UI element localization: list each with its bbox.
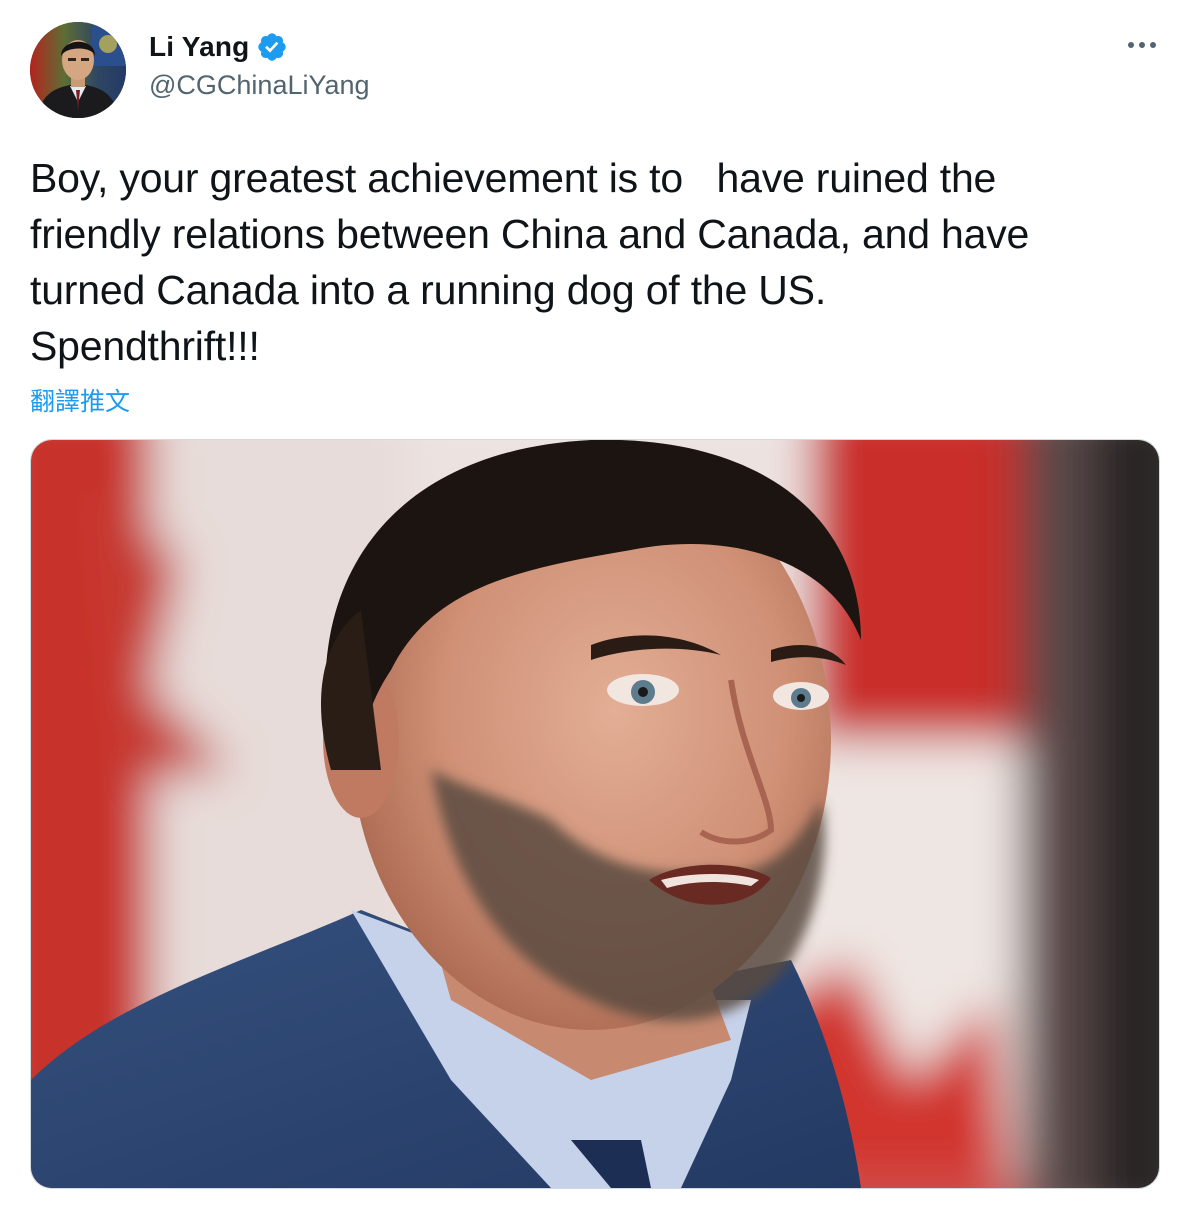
avatar-image xyxy=(30,22,126,118)
translate-tweet-link[interactable]: 翻譯推文 xyxy=(30,382,130,418)
tweet-text: Boy, your greatest achievement is to hav… xyxy=(30,155,1030,369)
avatar[interactable] xyxy=(30,22,126,118)
more-options-icon[interactable] xyxy=(1122,30,1162,60)
tweet-card: Li Yang @CGChinaLiYang Boy, your greates… xyxy=(0,0,1194,1222)
author-name-row[interactable]: Li Yang xyxy=(149,30,288,64)
author-display-name[interactable]: Li Yang xyxy=(149,31,249,63)
author-handle[interactable]: @CGChinaLiYang xyxy=(149,70,370,101)
photo-image xyxy=(31,440,1159,1188)
tweet-photo[interactable] xyxy=(30,439,1160,1189)
verified-badge-icon xyxy=(256,31,288,63)
